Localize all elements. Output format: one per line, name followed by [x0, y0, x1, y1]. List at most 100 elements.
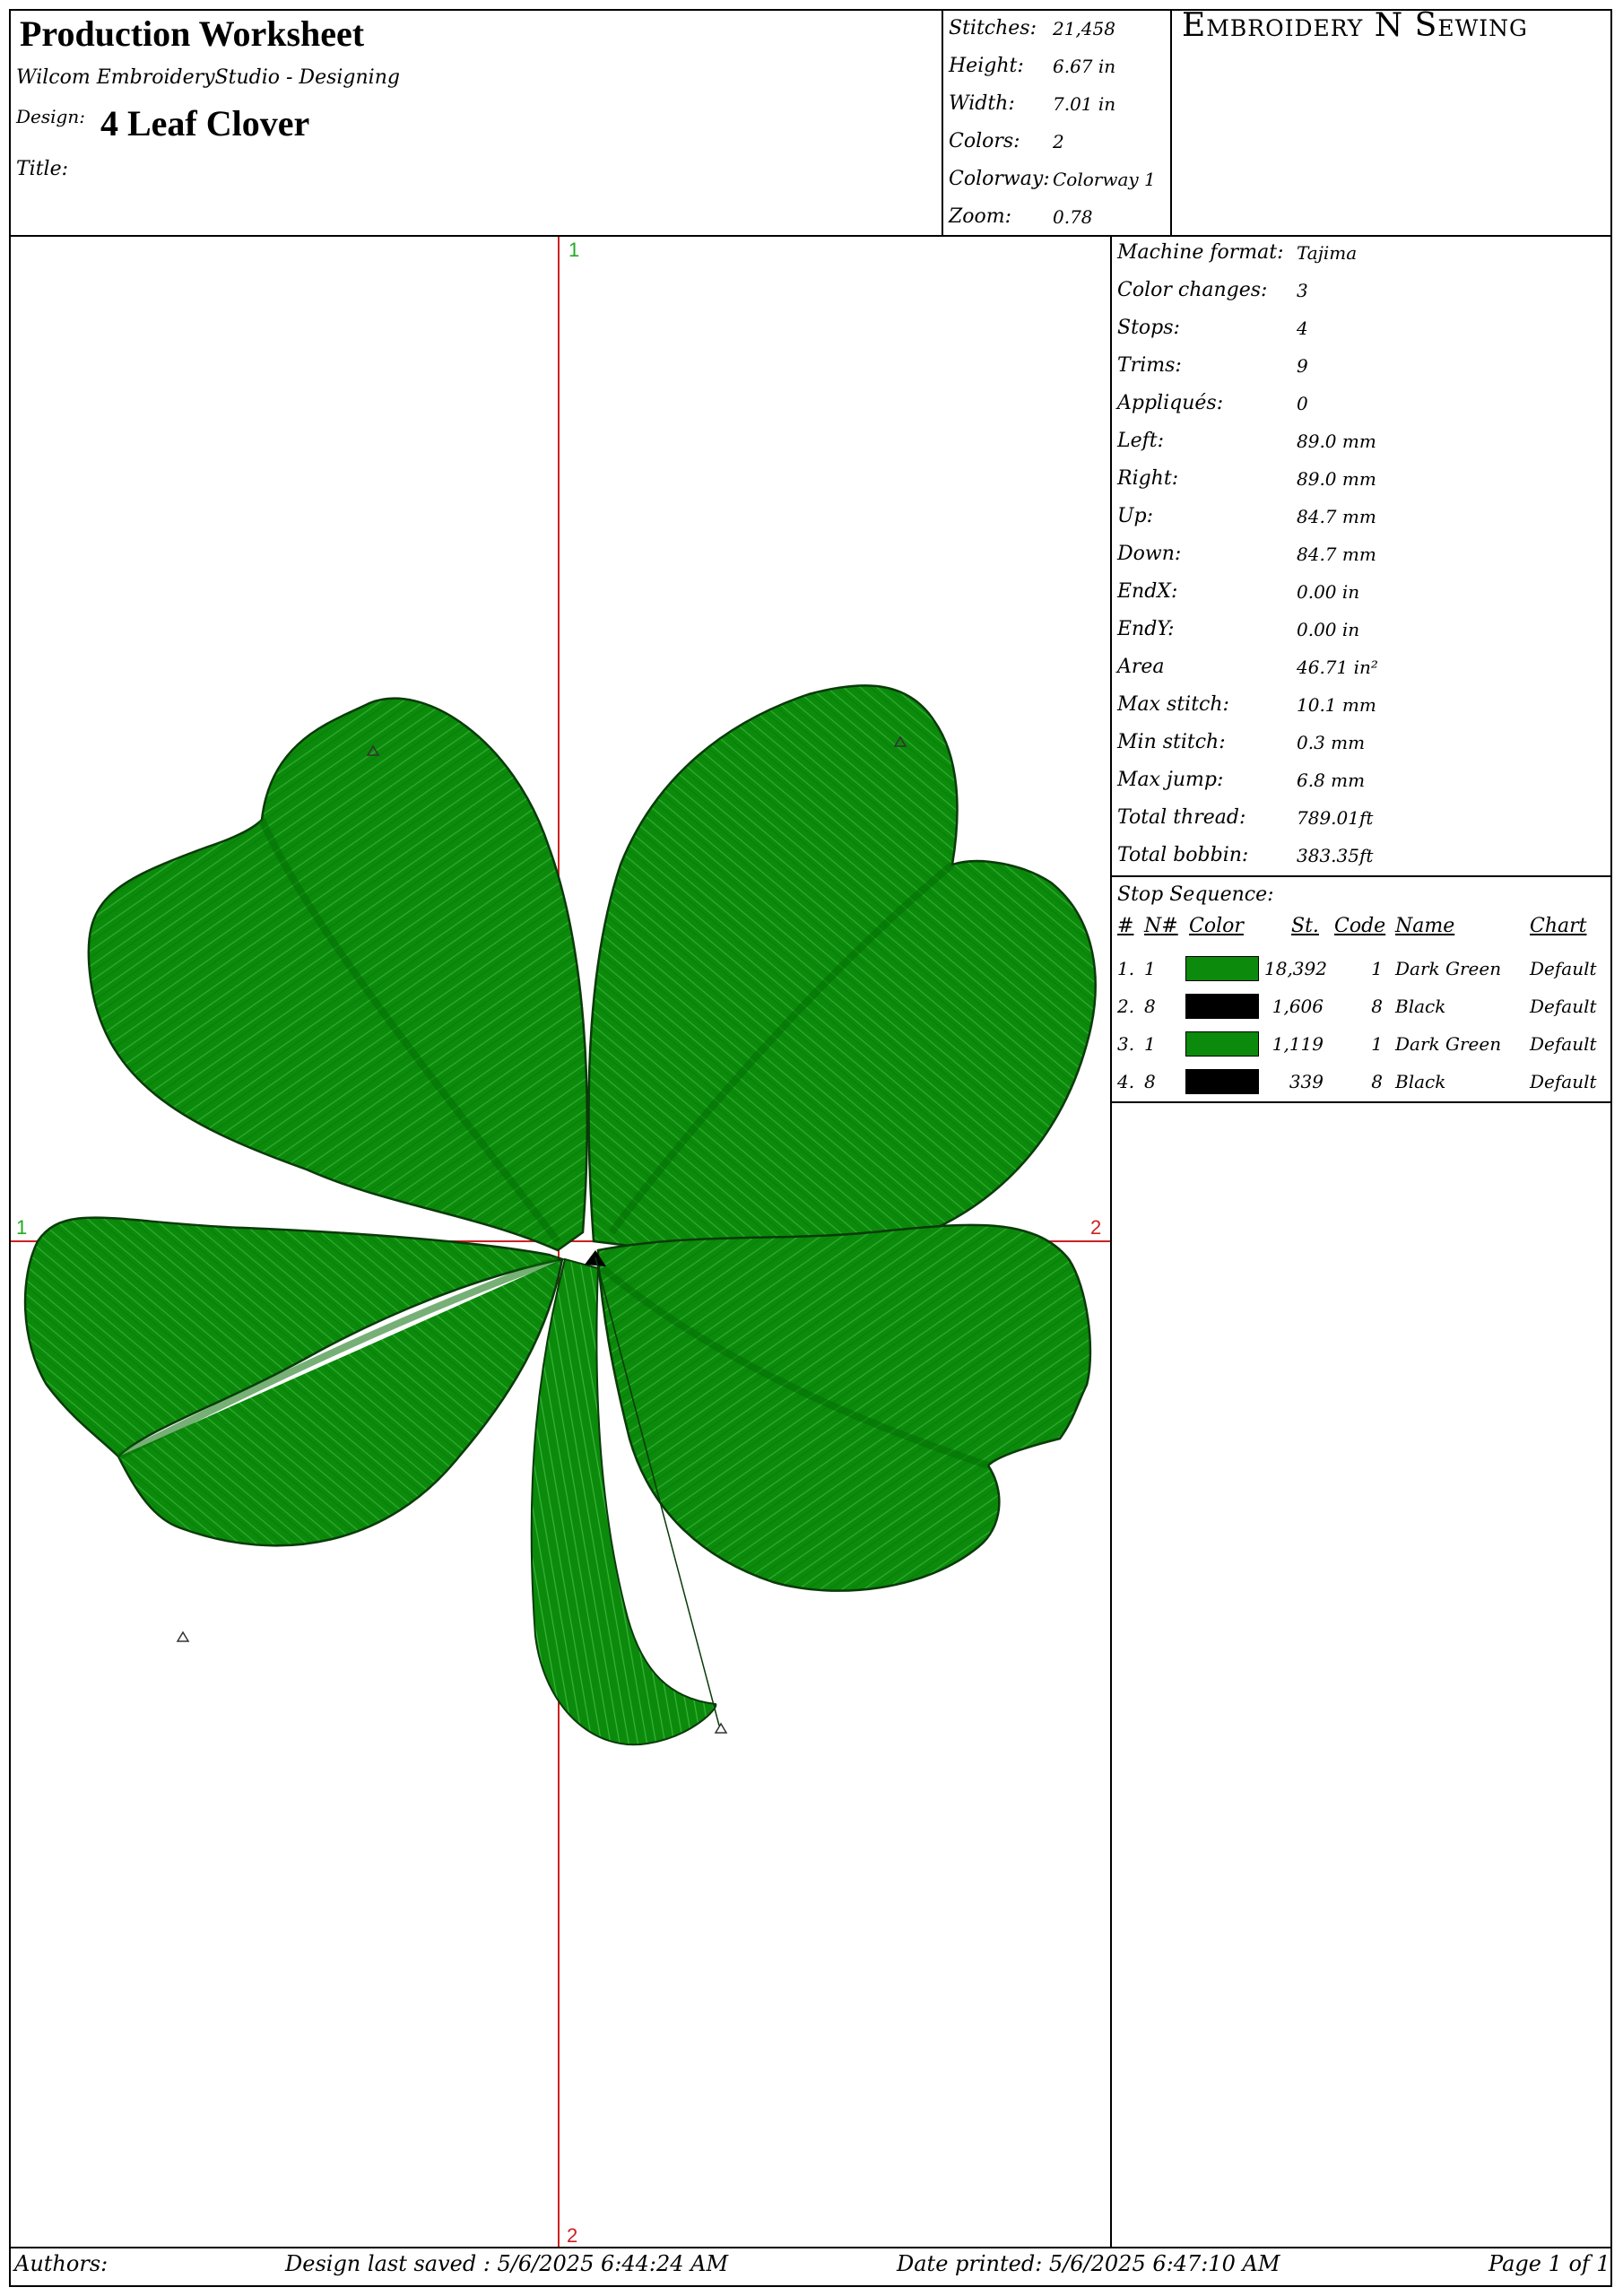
stop-num: 4.	[1117, 1071, 1135, 1092]
summary-value: 6.67 in	[1053, 56, 1116, 77]
stop-color-swatch	[1185, 956, 1259, 981]
stat-label: Down:	[1117, 543, 1182, 565]
stop-code: 1	[1371, 1033, 1383, 1055]
stop-color-swatch	[1185, 1069, 1259, 1094]
stop-code: 8	[1371, 1071, 1383, 1092]
stat-label: EndX:	[1117, 580, 1178, 603]
worksheet-title: Production Worksheet	[20, 13, 365, 54]
clover-leaf-lower-left	[23, 1216, 567, 1547]
design-canvas: 1 2 1 2	[11, 237, 1110, 2247]
summary-label: Colors:	[949, 130, 1020, 152]
panel-divider	[1110, 235, 1112, 2248]
axis-label-right: 2	[1090, 1216, 1101, 1239]
footer-date-printed: Date printed: 5/6/2025 6:47:10 AM	[897, 2251, 1280, 2276]
stat-label: Stops:	[1117, 317, 1180, 339]
stat-value: 89.0 mm	[1297, 430, 1376, 452]
stat-label: Machine format:	[1117, 241, 1284, 264]
stat-label: Total thread:	[1117, 806, 1246, 829]
stop-stitches: 18,392	[1264, 958, 1327, 979]
stat-label: EndY:	[1117, 618, 1175, 640]
clover-leaf-upper-left	[87, 697, 588, 1252]
stat-label: Right:	[1117, 467, 1179, 490]
col-needle: N#	[1144, 915, 1178, 937]
stop-code: 1	[1371, 958, 1383, 979]
summary-value: 2	[1053, 131, 1064, 152]
stat-value: 0.00 in	[1297, 619, 1360, 640]
col-code: Code	[1334, 915, 1386, 937]
stop-needle: 1	[1144, 1033, 1156, 1055]
stat-value: 9	[1297, 355, 1308, 377]
stat-label: Trims:	[1117, 354, 1182, 377]
col-color: Color	[1189, 915, 1244, 937]
stat-value: 0.00 in	[1297, 581, 1360, 603]
stop-sequence-title: Stop Sequence:	[1117, 883, 1274, 906]
stat-label: Left:	[1117, 430, 1165, 452]
col-chart: Chart	[1530, 915, 1587, 937]
stat-value: 84.7 mm	[1297, 544, 1376, 565]
stop-code: 8	[1371, 996, 1383, 1017]
stat-value: 4	[1297, 317, 1308, 339]
design-label: Design:	[16, 106, 85, 127]
col-num: #	[1117, 915, 1134, 937]
stat-value: 46.71 in²	[1297, 657, 1378, 678]
axis-label-bottom: 2	[567, 2224, 577, 2247]
stop-color-swatch	[1185, 1031, 1259, 1057]
stat-value: 10.1 mm	[1297, 694, 1376, 716]
summary-label: Stitches:	[949, 17, 1037, 39]
col-name: Name	[1395, 915, 1455, 937]
stop-chart: Default	[1530, 1071, 1597, 1092]
stat-value: 0	[1297, 393, 1308, 414]
stat-label: Min stitch:	[1117, 731, 1226, 753]
stat-label: Color changes:	[1117, 279, 1268, 301]
stop-chart: Default	[1530, 996, 1597, 1017]
stat-value: 0.3 mm	[1297, 732, 1366, 753]
stop-stitches: 1,119	[1271, 1033, 1324, 1055]
summary-label: Height:	[949, 55, 1024, 77]
stat-label: Appliqués:	[1117, 392, 1224, 414]
stat-label: Up:	[1117, 505, 1154, 527]
clover-leaf-upper-right	[587, 684, 1097, 1260]
axis-label-left: 1	[16, 1216, 27, 1239]
stat-value: 789.01ft	[1297, 807, 1374, 829]
stat-label: Max stitch:	[1117, 693, 1229, 716]
stop-name: Dark Green	[1395, 1033, 1502, 1055]
design-name: 4 Leaf Clover	[100, 103, 310, 144]
stop-chart: Default	[1530, 1033, 1597, 1055]
stop-num: 2.	[1117, 996, 1135, 1017]
stop-sequence-bottom	[1110, 1101, 1612, 1103]
summary-label: Colorway:	[949, 168, 1050, 190]
stop-stitches: 1,606	[1271, 996, 1324, 1017]
stop-name: Black	[1395, 1071, 1446, 1092]
summary-label: Width:	[949, 92, 1015, 115]
stat-value: 89.0 mm	[1297, 468, 1376, 490]
stop-color-swatch	[1185, 994, 1259, 1019]
footer-last-saved: Design last saved : 5/6/2025 6:44:24 AM	[285, 2251, 729, 2276]
marker-4	[714, 1722, 728, 1734]
stop-chart: Default	[1530, 958, 1597, 979]
stat-value: 383.35ft	[1297, 845, 1374, 866]
stop-needle: 1	[1144, 958, 1156, 979]
header-divider-v1	[942, 9, 943, 237]
marker-3	[176, 1631, 190, 1642]
stop-needle: 8	[1144, 1071, 1156, 1092]
stat-value: 6.8 mm	[1297, 770, 1366, 791]
stop-num: 3.	[1117, 1033, 1135, 1055]
stop-name: Black	[1395, 996, 1446, 1017]
stat-value: Tajima	[1297, 242, 1358, 264]
stop-needle: 8	[1144, 996, 1156, 1017]
stat-value: 84.7 mm	[1297, 506, 1376, 527]
header-divider-v2	[1170, 9, 1172, 237]
summary-label: Zoom:	[949, 205, 1012, 228]
axis-label-top: 1	[568, 239, 579, 261]
stop-stitches: 339	[1289, 1071, 1324, 1092]
summary-value: 0.78	[1053, 206, 1093, 228]
summary-value: Colorway 1	[1053, 169, 1156, 190]
software-name: Wilcom EmbroideryStudio - Designing	[16, 66, 400, 89]
footer-divider	[9, 2247, 1612, 2248]
stat-value: 3	[1297, 280, 1308, 301]
stop-name: Dark Green	[1395, 958, 1502, 979]
stat-label: Max jump:	[1117, 769, 1224, 791]
stop-num: 1.	[1117, 958, 1135, 979]
col-stitches: St.	[1291, 915, 1319, 937]
brand-logo: Embroidery N Sewing	[1182, 7, 1529, 44]
